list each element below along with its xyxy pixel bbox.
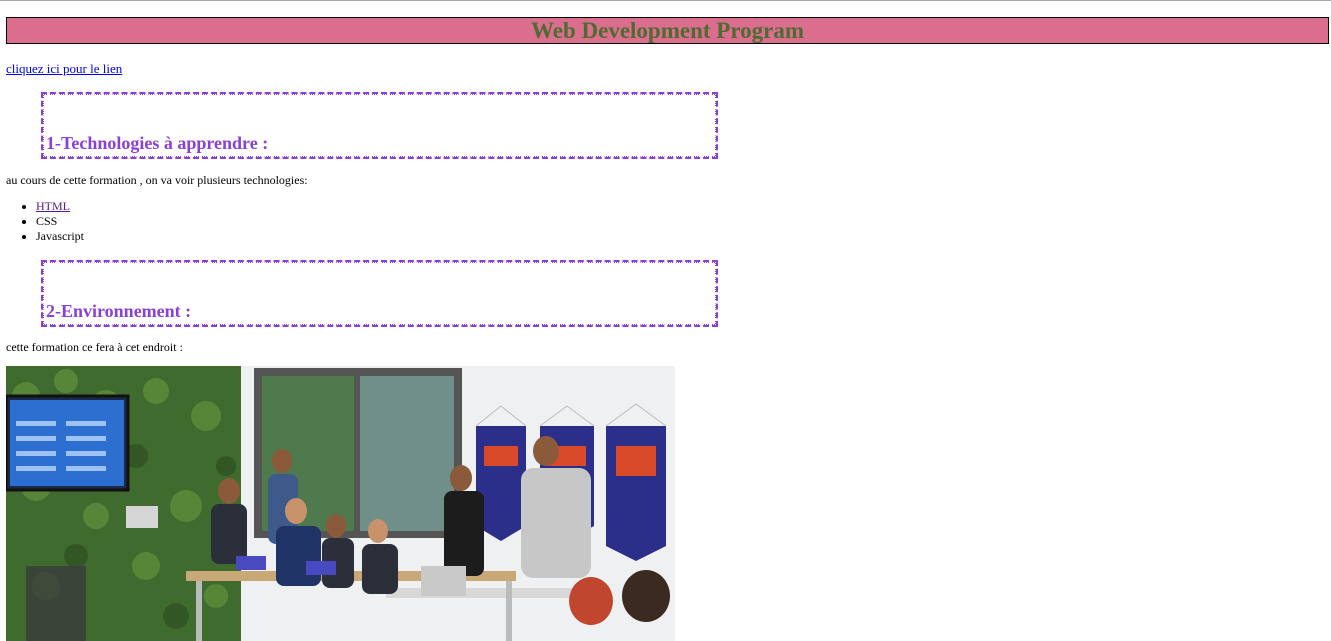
section-title-technologies: 1-Technologies à apprendre :: [46, 133, 269, 153]
section-technologies: 1-Technologies à apprendre :: [41, 92, 718, 159]
page-title-bar: Web Development Program: [6, 17, 1329, 44]
top-link[interactable]: cliquez ici pour le lien: [6, 61, 122, 77]
list-item-html: HTML: [36, 199, 84, 214]
section-environment: 2-Environnement :: [41, 260, 718, 327]
list-item-javascript: Javascript: [36, 229, 84, 244]
html-link[interactable]: HTML: [36, 199, 70, 213]
technology-list: HTML CSS Javascript: [0, 199, 84, 244]
browser-top-border: [0, 0, 1331, 1]
intro-paragraph: au cours de cette formation , on va voir…: [6, 173, 308, 187]
section-title-environment: 2-Environnement :: [46, 301, 192, 321]
page-title: Web Development Program: [531, 17, 804, 43]
environment-paragraph: cette formation ce fera à cet endroit :: [6, 340, 183, 354]
classroom-photo: [6, 366, 675, 641]
list-item-css: CSS: [36, 214, 84, 229]
